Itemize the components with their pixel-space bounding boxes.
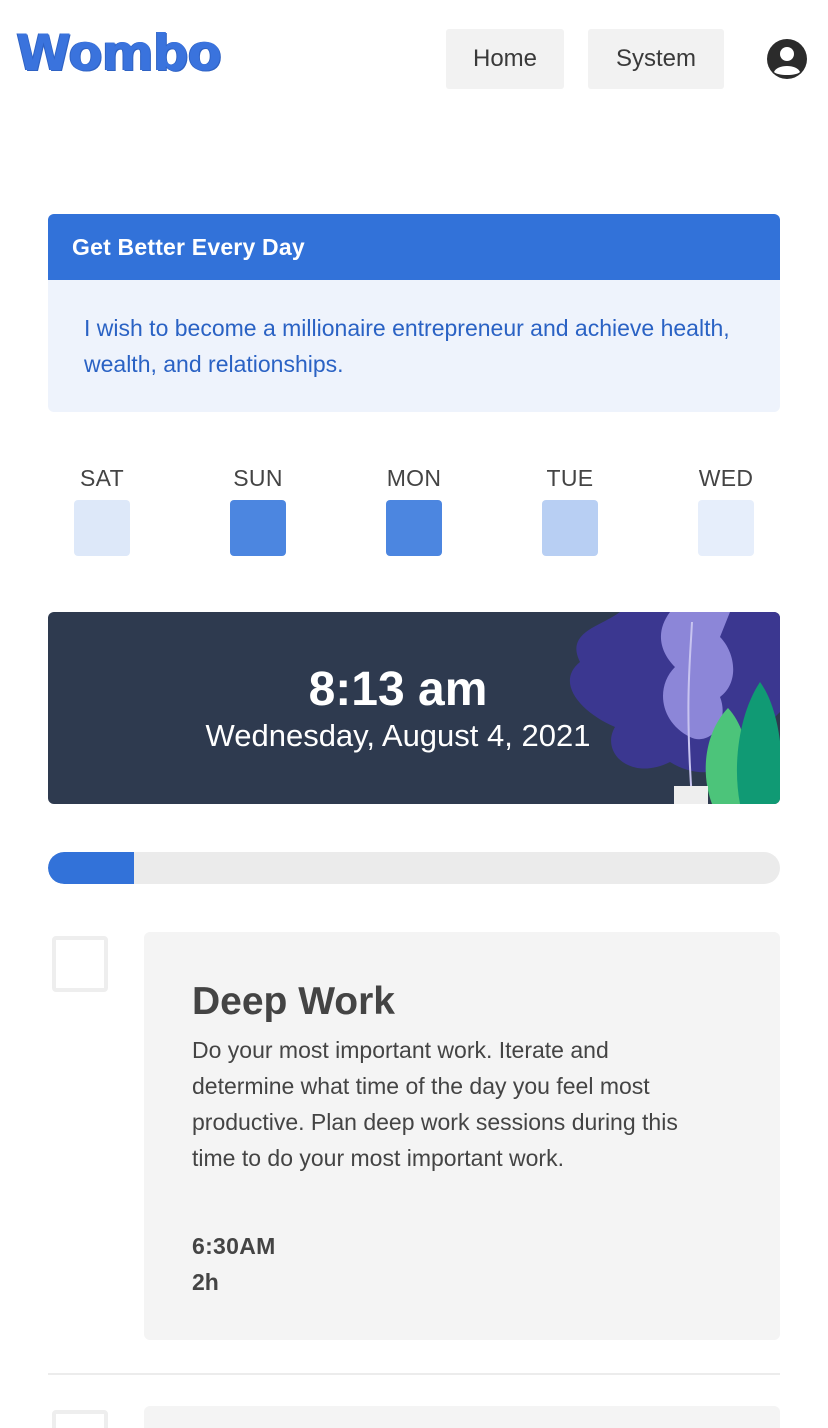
day-label: WED [698,465,754,491]
task-divider [48,1373,780,1375]
goal-title: Get Better Every Day [48,214,780,280]
user-circle-icon[interactable] [766,38,808,80]
progress-bar [48,852,780,884]
nav-system-button[interactable]: System [588,29,724,89]
plant-illustration [569,612,780,804]
day-wed: WED [671,462,781,556]
day-tue: TUE [515,462,625,556]
wombo-logo[interactable]: Wombo [16,20,222,86]
task-time: 6:30AM [192,1233,276,1259]
day-sat: SAT [47,462,157,556]
progress-fill [48,852,134,884]
goal-card: Get Better Every Day I wish to become a … [48,214,780,412]
day-box[interactable] [230,500,286,556]
task-checkbox[interactable] [52,936,108,992]
task-title: Deep Work [192,980,395,1023]
day-box[interactable] [698,500,754,556]
day-label: SUN [233,465,283,491]
day-box[interactable] [386,500,442,556]
day-box[interactable] [74,500,130,556]
task-duration: 2h [192,1269,219,1295]
day-mon: MON [359,462,469,556]
task-card[interactable] [144,1406,780,1428]
nav-home-button[interactable]: Home [446,29,564,89]
task-checkbox[interactable] [52,1410,108,1428]
day-label: SAT [80,465,124,491]
goal-text: I wish to become a millionaire entrepren… [84,315,730,377]
day-box[interactable] [542,500,598,556]
clock-banner: 8:13 am Wednesday, August 4, 2021 [48,612,780,804]
day-sun: SUN [203,462,313,556]
app-header: Wombo Home System [0,0,828,118]
day-label: TUE [546,465,594,491]
day-label: MON [386,465,442,491]
task-description: Do your most important work. Iterate and… [192,1037,678,1171]
task-card[interactable]: Deep Work Do your most important work. I… [144,932,780,1340]
